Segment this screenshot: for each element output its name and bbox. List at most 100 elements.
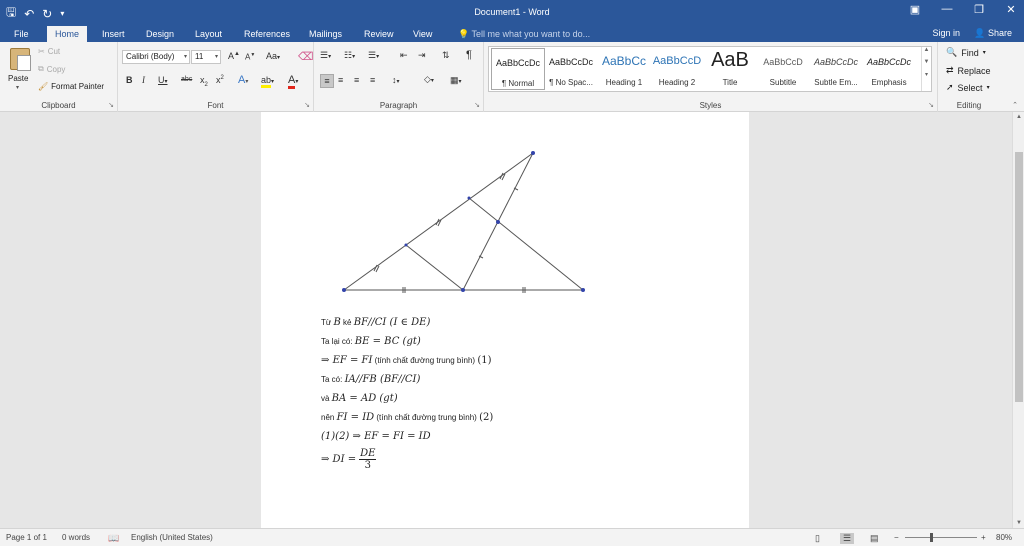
triangle-figure: [342, 151, 585, 293]
tab-review[interactable]: Review: [356, 26, 402, 42]
borders-icon[interactable]: ▦▾: [450, 75, 462, 86]
superscript-button[interactable]: x2: [216, 75, 224, 85]
tab-mailings[interactable]: Mailings: [301, 26, 350, 42]
text-effects-icon[interactable]: A▾: [238, 74, 248, 86]
bold-button[interactable]: B: [126, 75, 133, 85]
cut-button[interactable]: ✂ Cut: [38, 47, 60, 56]
increase-indent-icon[interactable]: ⇥: [418, 50, 426, 61]
zoom-out-button[interactable]: −: [894, 533, 899, 542]
dialog-launcher-icon[interactable]: ↘: [474, 101, 480, 109]
paste-label[interactable]: Paste: [8, 74, 28, 83]
tab-references[interactable]: References: [236, 26, 298, 42]
web-layout-icon[interactable]: ▤: [870, 533, 879, 544]
minimize-icon[interactable]: —: [940, 3, 954, 16]
style-heading-2[interactable]: AaBbCcD Heading 2: [650, 48, 704, 90]
tab-layout[interactable]: Layout: [187, 26, 230, 42]
strikethrough-button[interactable]: abc: [181, 76, 192, 83]
read-mode-icon[interactable]: ▯: [815, 533, 820, 544]
font-size-value: 11: [195, 52, 204, 61]
clear-formatting-icon[interactable]: ⌫: [298, 50, 314, 63]
pilcrow-icon[interactable]: ¶: [466, 49, 472, 61]
group-label: Font: [207, 101, 224, 110]
underline-button[interactable]: U▾: [158, 75, 168, 85]
tab-design[interactable]: Design: [138, 26, 182, 42]
font-size-select[interactable]: 11 ▾: [191, 50, 221, 64]
tab-file[interactable]: File: [6, 26, 37, 42]
replace-label: Replace: [957, 65, 991, 76]
style-no-spacing[interactable]: AaBbCcDc ¶ No Spac...: [544, 48, 598, 90]
collapse-ribbon-icon[interactable]: ⌃: [1012, 101, 1018, 109]
paste-icon[interactable]: [10, 48, 31, 71]
line-spacing-icon[interactable]: ↕▾: [392, 75, 400, 85]
bullets-icon[interactable]: ☰▾: [320, 50, 331, 61]
print-layout-icon[interactable]: ☰: [840, 533, 855, 544]
chevron-down-icon: ▾: [183, 54, 187, 60]
tab-insert[interactable]: Insert: [94, 26, 133, 42]
style-subtle-emphasis[interactable]: AaBbCcDc Subtle Em...: [809, 48, 863, 90]
zoom-in-button[interactable]: +: [981, 533, 986, 542]
style-normal[interactable]: AaBbCcDc ¶ Normal: [491, 48, 545, 90]
style-name: Emphasis: [871, 78, 907, 87]
style-title[interactable]: AaB Title: [703, 48, 757, 90]
change-case-button[interactable]: Aa▾: [266, 51, 280, 61]
styles-scroll[interactable]: ▲ ▼ ▾: [921, 47, 931, 91]
shrink-font-button[interactable]: A▼: [245, 52, 255, 62]
ribbon-display-icon[interactable]: ▣: [908, 3, 922, 16]
close-icon[interactable]: ✕: [1004, 3, 1018, 16]
align-right-icon[interactable]: ≡: [354, 75, 359, 85]
tab-home[interactable]: Home: [47, 26, 88, 42]
zoom-slider[interactable]: [905, 537, 977, 538]
justify-icon[interactable]: ≡: [370, 75, 375, 85]
find-button[interactable]: 🔍 Find ▾: [946, 47, 986, 58]
scroll-thumb[interactable]: [1015, 152, 1023, 402]
scroll-down-icon[interactable]: ▼: [1013, 520, 1024, 526]
select-button[interactable]: ➚ Select ▾: [946, 82, 990, 93]
scroll-up-icon[interactable]: ▲: [1013, 114, 1024, 120]
share-button[interactable]: 👤 Share: [974, 28, 1012, 39]
multilevel-list-icon[interactable]: ☰▾: [368, 50, 379, 61]
format-painter-label: Format Painter: [51, 82, 105, 91]
copy-button[interactable]: ⧉ Copy: [38, 64, 65, 74]
style-sample: AaB: [711, 49, 749, 71]
chevron-down-icon[interactable]: ▾: [16, 84, 19, 91]
font-color-icon[interactable]: A▾: [288, 74, 298, 89]
decrease-indent-icon[interactable]: ⇤: [400, 50, 408, 61]
tell-me-box[interactable]: 💡 Tell me what you want to do...: [458, 26, 590, 42]
document-page[interactable]: Từ B kẻ BF//CI (I ∈ DE) Ta lại có: BE = …: [261, 112, 749, 528]
grow-font-button[interactable]: A▲: [228, 51, 240, 61]
proofing-icon[interactable]: 📖: [108, 533, 119, 544]
style-emphasis[interactable]: AaBbCcDc Emphasis: [862, 48, 916, 90]
zoom-level[interactable]: 80%: [996, 533, 1012, 542]
replace-button[interactable]: ⇄ Replace: [946, 65, 991, 76]
language[interactable]: English (United States): [131, 533, 213, 542]
vertical-scrollbar[interactable]: ▲ ▼: [1012, 112, 1024, 528]
equation-ref: (2): [479, 412, 494, 423]
style-heading-1[interactable]: AaBbCc Heading 1: [597, 48, 651, 90]
italic-button[interactable]: I: [142, 75, 145, 85]
style-sample: AaBbCcDc: [495, 58, 540, 68]
numbering-icon[interactable]: ☷▾: [344, 50, 355, 61]
dialog-launcher-icon[interactable]: ↘: [304, 101, 310, 109]
dialog-launcher-icon[interactable]: ↘: [108, 101, 114, 109]
equation-ref: (1): [477, 355, 492, 366]
more-styles-icon[interactable]: ▾: [922, 71, 931, 78]
subscript-button[interactable]: x2: [200, 75, 208, 88]
chevron-up-icon[interactable]: ▲: [922, 47, 931, 53]
zoom-slider-thumb[interactable]: [930, 533, 933, 542]
chevron-down-icon[interactable]: ▼: [922, 59, 931, 65]
shading-icon[interactable]: ◇▾: [424, 74, 434, 85]
font-name-select[interactable]: Calibri (Body) ▾: [122, 50, 190, 64]
align-center-icon[interactable]: ≡: [338, 75, 343, 85]
align-left-icon[interactable]: ≡: [320, 74, 334, 88]
tab-view[interactable]: View: [405, 26, 440, 42]
sign-in-link[interactable]: Sign in: [932, 28, 960, 38]
word-count[interactable]: 0 words: [62, 533, 90, 542]
style-subtitle[interactable]: AaBbCcD Subtitle: [756, 48, 810, 90]
dialog-launcher-icon[interactable]: ↘: [928, 101, 934, 109]
sort-icon[interactable]: ⇅: [442, 50, 450, 61]
highlight-color-icon[interactable]: ab▾: [261, 75, 274, 88]
restore-icon[interactable]: ❐: [972, 3, 986, 16]
proof-line-3: ⇒ EF = FI (tính chất đường trung bình) (…: [321, 355, 492, 366]
format-painter-button[interactable]: 🖌 Format Painter: [38, 82, 104, 91]
page-count[interactable]: Page 1 of 1: [6, 533, 47, 542]
